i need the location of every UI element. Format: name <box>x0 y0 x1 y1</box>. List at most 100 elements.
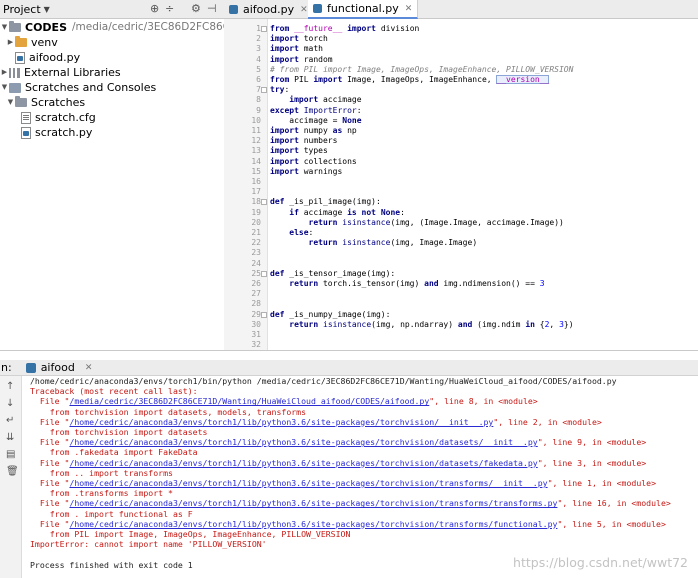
line-number[interactable]: 15 <box>231 167 261 177</box>
line-number[interactable]: 20 <box>231 218 261 228</box>
line-number[interactable]: 14 <box>231 157 261 167</box>
project-view-selector[interactable]: Project <box>3 3 41 16</box>
print-icon[interactable]: ▤ <box>6 449 15 461</box>
line-number[interactable]: 5 <box>231 65 261 75</box>
fold-marker-icon[interactable] <box>261 270 267 277</box>
line-number[interactable]: 27 <box>231 289 261 299</box>
line-number[interactable]: 25 <box>231 269 261 279</box>
console-line[interactable]: File "/home/cedric/anaconda3/envs/torch1… <box>30 458 646 468</box>
code-line[interactable]: def _is_numpy_image(img): <box>270 310 390 320</box>
close-icon[interactable]: ✕ <box>85 363 93 373</box>
line-number[interactable]: 31 <box>231 330 261 340</box>
hide-panel-icon[interactable]: ⊣ <box>207 2 217 16</box>
line-number[interactable]: 2 <box>231 34 261 44</box>
arrow-down-icon[interactable]: ↓ <box>6 398 14 410</box>
expand-arrow-icon[interactable]: ▼ <box>0 80 9 95</box>
collapse-all-icon[interactable]: ÷ <box>165 2 174 16</box>
console-line[interactable]: File "/home/cedric/anaconda3/envs/torch1… <box>30 437 646 447</box>
code-line[interactable]: import torch <box>270 34 328 44</box>
tree-root-codes[interactable]: ▼ CODES /media/cedric/3EC86D2FC86CE71D/W <box>0 20 224 35</box>
code-line[interactable]: import numbers <box>270 136 337 146</box>
collapse-arrow-icon[interactable]: ▶ <box>6 35 15 50</box>
panel-divider[interactable] <box>0 350 698 360</box>
line-number[interactable]: 8 <box>231 95 261 105</box>
line-number[interactable]: 26 <box>231 279 261 289</box>
line-number[interactable]: 30 <box>231 320 261 330</box>
console-output[interactable]: /home/cedric/anaconda3/envs/torch1/bin/p… <box>22 376 698 578</box>
console-line[interactable]: File "/home/cedric/anaconda3/envs/torch1… <box>30 519 666 529</box>
tree-item-scratches[interactable]: ▼ Scratches <box>6 95 85 110</box>
fold-marker-icon[interactable] <box>261 87 267 94</box>
expand-arrow-icon[interactable]: ▼ <box>6 95 15 110</box>
code-line[interactable]: return isinstance(img, np.ndarray) and (… <box>270 320 573 330</box>
console-line[interactable]: File "/home/cedric/anaconda3/envs/torch1… <box>30 478 656 488</box>
line-number[interactable]: 13 <box>231 146 261 156</box>
line-number[interactable]: 29 <box>231 310 261 320</box>
trash-icon[interactable]: 🗑 <box>6 466 19 478</box>
code-line[interactable]: def _is_pil_image(img): <box>270 197 381 207</box>
code-line[interactable]: import math <box>270 44 323 54</box>
code-line[interactable]: from __future__ import division <box>270 24 419 34</box>
code-line[interactable]: import numpy as np <box>270 126 357 136</box>
line-number[interactable]: 22 <box>231 238 261 248</box>
scroll-to-end-icon[interactable]: ⇊ <box>6 432 14 444</box>
fold-marker-icon[interactable] <box>261 26 267 32</box>
tree-item-external-libraries[interactable]: ▶ External Libraries <box>0 65 121 80</box>
line-number[interactable]: 11 <box>231 126 261 136</box>
code-editor[interactable]: from __future__ import division import to… <box>268 19 698 350</box>
code-line[interactable]: try: <box>270 85 289 95</box>
collapse-arrow-icon[interactable]: ▶ <box>0 65 9 80</box>
line-number[interactable]: 21 <box>231 228 261 238</box>
tree-item-scratch-py[interactable]: scratch.py <box>21 125 92 140</box>
code-line[interactable]: import warnings <box>270 167 342 177</box>
fold-marker-icon[interactable] <box>261 311 267 318</box>
line-number[interactable]: 6 <box>231 75 261 85</box>
code-line[interactable]: import types <box>270 146 328 156</box>
line-number[interactable]: 19 <box>231 208 261 218</box>
code-line[interactable]: import accimage <box>270 95 361 105</box>
gear-icon[interactable]: ⚙ <box>191 2 201 16</box>
tree-item-venv[interactable]: ▶ venv <box>6 35 58 50</box>
line-number[interactable]: 4 <box>231 55 261 65</box>
expand-arrow-icon[interactable]: ▼ <box>0 20 9 35</box>
line-number[interactable]: 16 <box>231 177 261 187</box>
line-number[interactable]: 24 <box>231 259 261 269</box>
line-number[interactable]: 23 <box>231 248 261 258</box>
console-line[interactable]: File "/home/cedric/anaconda3/envs/torch1… <box>30 498 671 508</box>
line-number[interactable]: 32 <box>231 340 261 350</box>
code-line[interactable]: accimage = None <box>270 116 361 126</box>
line-number[interactable]: 28 <box>231 299 261 309</box>
tree-item-aifood[interactable]: aifood.py <box>15 50 80 65</box>
line-number[interactable]: 18 <box>231 197 261 207</box>
close-icon[interactable]: ✕ <box>300 5 308 15</box>
code-line[interactable]: return torch.is_tensor(img) and img.ndim… <box>270 279 544 289</box>
code-line[interactable]: def _is_tensor_image(img): <box>270 269 395 279</box>
target-icon[interactable]: ⊕ <box>150 2 159 16</box>
code-line[interactable]: return isinstance(img, (Image.Image, acc… <box>270 218 564 228</box>
tab-functional[interactable]: functional.py ✕ <box>308 0 419 19</box>
line-number[interactable]: 12 <box>231 136 261 146</box>
line-number[interactable]: 1 <box>231 24 261 34</box>
tree-item-scratches-consoles[interactable]: ▼ Scratches and Consoles <box>0 80 156 95</box>
line-number[interactable]: 3 <box>231 44 261 54</box>
line-number[interactable]: 10 <box>231 116 261 126</box>
code-line[interactable]: from PIL import Image, ImageOps, ImageEn… <box>270 75 550 85</box>
chevron-down-icon[interactable]: ▼ <box>44 5 50 14</box>
code-line[interactable]: import collections <box>270 157 357 167</box>
code-line[interactable]: # from PIL import Image, ImageOps, Image… <box>270 65 573 75</box>
code-line[interactable]: if accimage is not None: <box>270 208 405 218</box>
arrow-up-icon[interactable]: ↑ <box>6 381 14 393</box>
soft-wrap-icon[interactable]: ↵ <box>6 415 14 427</box>
tree-item-scratch-cfg[interactable]: scratch.cfg <box>21 110 96 125</box>
code-line[interactable]: import random <box>270 55 333 65</box>
console-line[interactable]: File "/home/cedric/anaconda3/envs/torch1… <box>30 417 602 427</box>
code-line[interactable]: except ImportError: <box>270 106 362 116</box>
line-number[interactable]: 9 <box>231 106 261 116</box>
close-icon[interactable]: ✕ <box>405 4 413 14</box>
code-line[interactable]: else: <box>270 228 313 238</box>
line-number[interactable]: 7 <box>231 85 261 95</box>
console-line[interactable]: File "/media/cedric/3EC86D2FC86CE71D/Wan… <box>30 396 538 406</box>
run-tab-aifood[interactable]: aifood ✕ <box>25 361 93 374</box>
fold-marker-icon[interactable] <box>261 199 267 206</box>
code-line[interactable]: return isinstance(img, Image.Image) <box>270 238 478 248</box>
